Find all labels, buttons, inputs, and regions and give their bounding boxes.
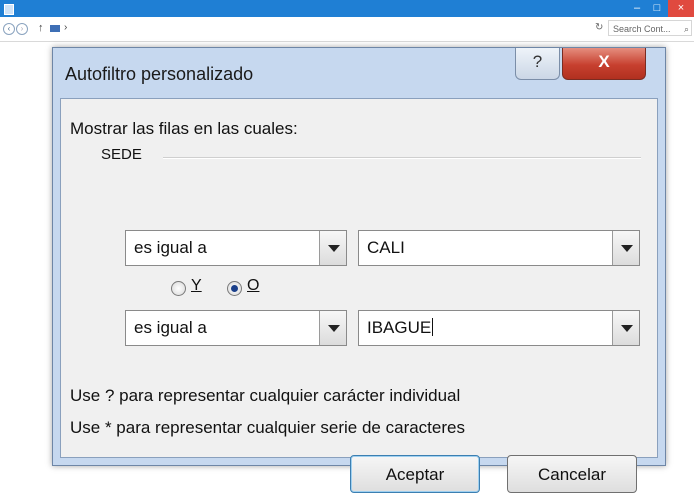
address-bar: ‹ › ↑ › ↻ Search Cont... ⌕	[0, 17, 694, 42]
window-titlebar: – □ ×	[0, 0, 694, 17]
search-input[interactable]: Search Cont... ⌕	[608, 20, 692, 36]
chevron-down-icon[interactable]	[612, 231, 639, 265]
field-name-label: SEDE	[101, 146, 142, 163]
search-icon[interactable]: ⌕	[684, 21, 689, 37]
help-button[interactable]: ?	[515, 48, 560, 80]
app-icon	[4, 4, 14, 15]
chevron-down-icon[interactable]	[319, 311, 346, 345]
cancel-button[interactable]: Cancelar	[507, 455, 637, 493]
minimize-button[interactable]: –	[628, 0, 646, 17]
or-radio[interactable]	[227, 281, 242, 296]
and-radio-label[interactable]: Y	[191, 277, 202, 295]
text-caret	[432, 318, 434, 336]
chevron-down-icon[interactable]	[319, 231, 346, 265]
close-dialog-button[interactable]: X	[562, 48, 646, 80]
ok-button[interactable]: Aceptar	[350, 455, 480, 493]
condition2-operator-select[interactable]: es igual a	[125, 310, 347, 346]
refresh-icon[interactable]: ↻	[595, 22, 603, 33]
chevron-down-icon[interactable]	[612, 311, 639, 345]
show-rows-label: Mostrar las filas en las cuales:	[70, 119, 298, 138]
or-radio-label[interactable]: O	[247, 277, 259, 295]
condition2-operator-value: es igual a	[134, 318, 207, 337]
up-arrow-icon[interactable]: ↑	[38, 22, 44, 34]
custom-autofilter-dialog: Autofiltro personalizado ? X Mostrar las…	[52, 47, 666, 493]
close-window-button[interactable]: ×	[668, 0, 694, 17]
dialog-title: Autofiltro personalizado	[65, 64, 254, 84]
hint-single-char: Use ? para representar cualquier carácte…	[70, 386, 461, 405]
folder-icon	[50, 25, 60, 32]
back-arrow-icon[interactable]: ‹	[3, 23, 15, 35]
condition1-value-text: CALI	[367, 238, 405, 257]
dialog-body: Mostrar las filas en las cuales: SEDE es…	[60, 98, 658, 493]
condition2-value-combobox[interactable]: IBAGUE	[358, 310, 640, 346]
condition2-value-text[interactable]: IBAGUE	[367, 318, 434, 338]
maximize-button[interactable]: □	[648, 0, 666, 17]
breadcrumb-chevron-icon[interactable]: ›	[64, 22, 67, 33]
and-radio[interactable]	[171, 281, 186, 296]
forward-arrow-icon[interactable]: ›	[16, 23, 28, 35]
search-placeholder: Search Cont...	[613, 24, 671, 34]
condition1-operator-select[interactable]: es igual a	[125, 230, 347, 266]
condition1-value-combobox[interactable]: CALI	[358, 230, 640, 266]
condition1-operator-value: es igual a	[134, 238, 207, 257]
hint-char-series: Use * para representar cualquier serie d…	[70, 418, 465, 437]
group-divider	[163, 157, 641, 159]
